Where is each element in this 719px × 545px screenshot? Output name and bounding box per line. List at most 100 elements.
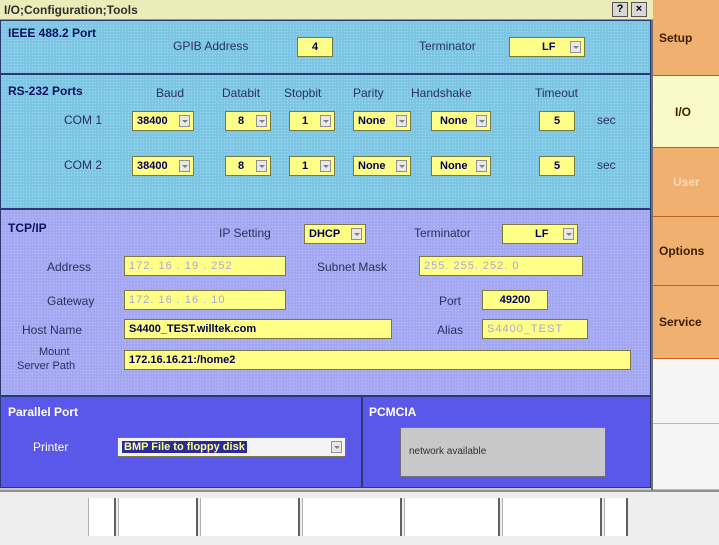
com2-handshake-value: None — [440, 160, 468, 172]
gateway-field[interactable]: 172. 16 . 16 . 10 — [124, 290, 286, 310]
rs232-ports-panel: RS-232 Ports Baud Databit Stopbit Parity… — [0, 74, 651, 209]
softkey-6[interactable] — [502, 498, 602, 536]
chevron-down-icon — [476, 115, 487, 127]
com1-handshake-value: None — [440, 115, 468, 127]
window-title: I/O;Configuration;Tools — [4, 3, 138, 17]
ip-setting-label: IP Setting — [219, 226, 271, 240]
ieee-terminator-select[interactable]: LF — [509, 37, 585, 57]
com1-parity-value: None — [358, 115, 386, 127]
host-name-field[interactable]: S4400_TEST.willtek.com — [124, 319, 392, 339]
chevron-down-icon — [351, 228, 362, 240]
chevron-down-icon — [570, 41, 581, 53]
softkey-3[interactable] — [200, 498, 300, 536]
softkey-bar — [0, 490, 719, 545]
chevron-down-icon — [179, 115, 190, 127]
com2-label: COM 2 — [64, 158, 103, 172]
menu-io[interactable]: I/O — [653, 76, 719, 148]
tcpip-terminator-label: Terminator — [414, 226, 471, 240]
printer-select[interactable]: BMP File to floppy disk — [117, 437, 346, 457]
host-name-label: Host Name — [22, 323, 83, 337]
softkey-7[interactable] — [604, 498, 628, 536]
mount-server-path-field[interactable]: 172.16.16.21:/home2 — [124, 350, 631, 370]
gateway-label: Gateway — [47, 294, 95, 308]
chevron-down-icon — [256, 115, 267, 127]
menu-user: User — [653, 148, 719, 217]
chevron-down-icon — [320, 115, 331, 127]
gpib-address-field[interactable]: 4 — [297, 37, 333, 57]
subnet-mask-field[interactable]: 255. 255. 252. 0 — [419, 256, 583, 276]
menu-empty-1[interactable] — [653, 359, 719, 424]
mount-label-line2: Server Path — [17, 360, 76, 372]
parallel-title: Parallel Port — [8, 405, 79, 419]
address-field[interactable]: 172. 16 . 19 . 252 — [124, 256, 286, 276]
softkey-1[interactable] — [88, 498, 116, 536]
com2-baud-select[interactable]: 38400 — [132, 156, 194, 176]
com1-handshake-select[interactable]: None — [431, 111, 491, 131]
chevron-down-icon — [256, 160, 267, 172]
chevron-down-icon — [179, 160, 190, 172]
softkey-2[interactable] — [118, 498, 198, 536]
mount-label-line1: Mount — [39, 346, 70, 358]
tcpip-title: TCP/IP — [8, 221, 47, 235]
com2-parity-value: None — [358, 160, 386, 172]
menu-setup[interactable]: Setup — [653, 0, 719, 76]
chevron-down-icon — [563, 228, 574, 240]
io-configuration-window: I/O;Configuration;Tools ? × IEEE 488.2 P… — [0, 0, 653, 490]
com2-baud-value: 38400 — [137, 160, 168, 172]
com2-timeout-unit: sec — [597, 158, 616, 172]
tcpip-terminator-select[interactable]: LF — [502, 224, 578, 244]
com2-parity-select[interactable]: None — [353, 156, 411, 176]
com1-timeout-field[interactable]: 5 — [539, 111, 575, 131]
chevron-down-icon — [320, 160, 331, 172]
com1-stopbit-select[interactable]: 1 — [289, 111, 335, 131]
com1-baud-value: 38400 — [137, 115, 168, 127]
com2-databit-select[interactable]: 8 — [225, 156, 271, 176]
stopbit-header: Stopbit — [284, 86, 322, 100]
tcpip-panel: TCP/IP IP Setting DHCP Terminator LF Add… — [0, 209, 651, 396]
com2-stopbit-value: 1 — [302, 160, 309, 172]
tcpip-terminator-value: LF — [535, 228, 549, 240]
com1-label: COM 1 — [64, 113, 103, 127]
com1-databit-value: 8 — [238, 115, 245, 127]
pcmcia-title: PCMCIA — [369, 405, 417, 419]
parallel-port-panel: Parallel Port Printer BMP File to floppy… — [0, 396, 362, 488]
printer-value: BMP File to floppy disk — [122, 441, 247, 453]
ieee-title: IEEE 488.2 Port — [8, 26, 97, 40]
chevron-down-icon — [476, 160, 487, 172]
com1-baud-select[interactable]: 38400 — [132, 111, 194, 131]
pcmcia-status-box: network available — [400, 427, 606, 477]
softkey-5[interactable] — [404, 498, 500, 536]
chevron-down-icon — [396, 160, 407, 172]
ip-setting-select[interactable]: DHCP — [304, 224, 366, 244]
com1-parity-select[interactable]: None — [353, 111, 411, 131]
menu-options[interactable]: Options — [653, 217, 719, 286]
chevron-down-icon — [331, 441, 342, 453]
title-bar: I/O;Configuration;Tools ? × — [0, 0, 653, 20]
softkey-4[interactable] — [302, 498, 402, 536]
ieee-terminator-label: Terminator — [419, 39, 476, 53]
address-label: Address — [47, 260, 92, 274]
subnet-mask-label: Subnet Mask — [317, 260, 388, 274]
com1-databit-select[interactable]: 8 — [225, 111, 271, 131]
printer-label: Printer — [33, 440, 69, 454]
com2-timeout-field[interactable]: 5 — [539, 156, 575, 176]
alias-field[interactable]: S4400_TEST — [482, 319, 588, 339]
menu-service[interactable]: Service — [653, 286, 719, 359]
ip-setting-value: DHCP — [309, 228, 341, 240]
handshake-header: Handshake — [411, 86, 472, 100]
com1-stopbit-value: 1 — [302, 115, 309, 127]
port-label: Port — [439, 294, 462, 308]
parity-header: Parity — [353, 86, 384, 100]
ieee-terminator-value: LF — [542, 41, 556, 53]
pcmcia-panel: PCMCIA network available — [362, 396, 651, 488]
com2-stopbit-select[interactable]: 1 — [289, 156, 335, 176]
gpib-address-label: GPIB Address — [173, 39, 249, 53]
help-button[interactable]: ? — [612, 2, 628, 17]
databit-header: Databit — [222, 86, 261, 100]
com2-handshake-select[interactable]: None — [431, 156, 491, 176]
menu-empty-2[interactable] — [653, 424, 719, 490]
chevron-down-icon — [396, 115, 407, 127]
close-button[interactable]: × — [631, 2, 647, 17]
port-field[interactable]: 49200 — [482, 290, 548, 310]
com1-timeout-unit: sec — [597, 113, 616, 127]
